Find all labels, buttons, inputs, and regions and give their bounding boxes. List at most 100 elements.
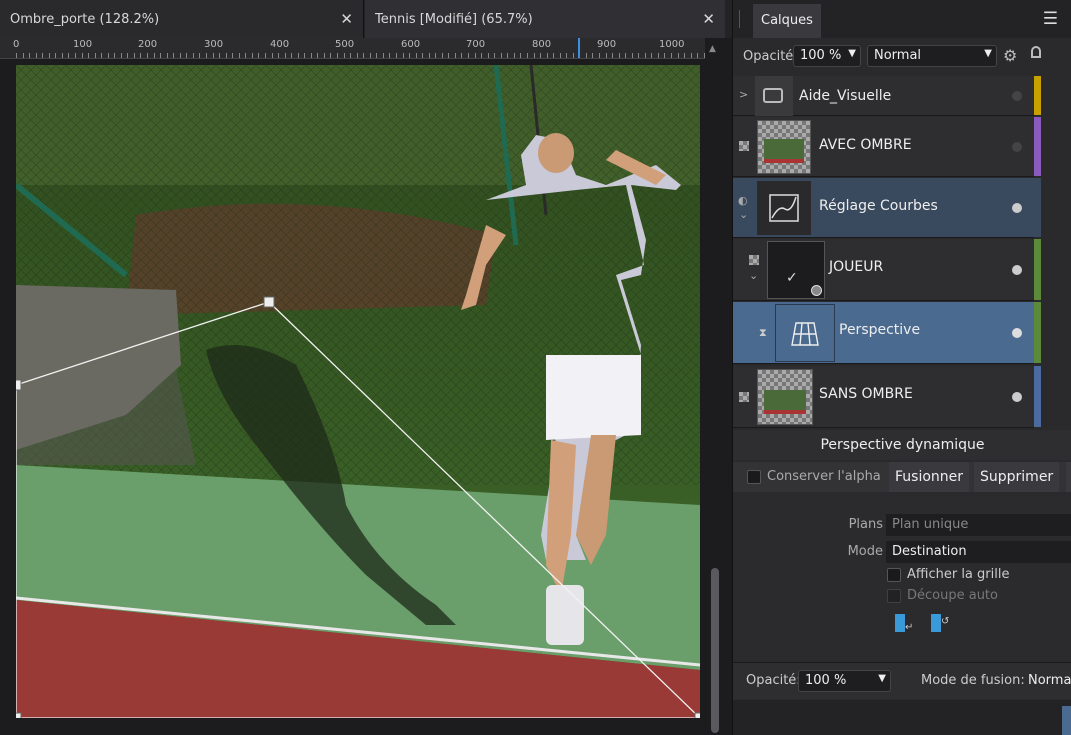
perspective-bottom-row: Opacité: 100 % ▼ Mode de fusion: Normal xyxy=(733,662,1071,699)
ruler-tick xyxy=(120,53,122,58)
ruler-tick xyxy=(605,53,607,58)
layer-color-tag xyxy=(1034,117,1041,176)
layer-visibility-toggle[interactable] xyxy=(1012,328,1022,338)
overflow-button[interactable] xyxy=(1066,462,1071,492)
perspective-settings: Plans Plan unique Mode Destination Affic… xyxy=(733,494,1071,662)
perspective-handle[interactable] xyxy=(16,712,22,718)
auto-crop-label: Découpe auto xyxy=(907,588,998,603)
reset-source-icon[interactable]: ↵ xyxy=(895,614,915,636)
preserve-alpha-label: Conserver l'alpha xyxy=(767,469,881,484)
ruler-tick xyxy=(533,53,535,58)
ruler-tick xyxy=(173,53,175,58)
menu-icon[interactable]: ☰ xyxy=(1043,9,1058,29)
tab-tennis[interactable]: Tennis [Modifié] (65.7%) ✕ xyxy=(365,0,725,38)
preserve-alpha-checkbox[interactable] xyxy=(747,470,761,484)
horizontal-ruler: 0 100 200 300 400 500 600 700 800 900 10… xyxy=(0,38,705,59)
layer-thumbnail xyxy=(755,76,793,116)
reset-destination-icon[interactable]: ↺ xyxy=(931,614,951,636)
layer-visibility-toggle[interactable] xyxy=(1012,265,1022,275)
ruler-tick xyxy=(114,53,116,58)
perspective-handle[interactable] xyxy=(16,379,22,391)
perspective-handle[interactable] xyxy=(694,712,700,718)
ruler-tick xyxy=(166,53,168,58)
ruler-tick xyxy=(343,53,345,58)
auto-crop-checkbox[interactable] xyxy=(887,589,901,603)
ruler-tick xyxy=(599,53,600,58)
layer-color-tag xyxy=(1034,178,1041,237)
ruler-tick xyxy=(389,53,391,58)
ruler-tick xyxy=(402,53,404,58)
tab-ombre-porte[interactable]: Ombre_porte (128.2%) ✕ xyxy=(0,0,364,38)
chevron-down-icon[interactable]: ⌄ xyxy=(739,208,748,221)
ruler-tick xyxy=(546,53,548,58)
ruler-tick xyxy=(592,53,594,58)
vertical-scrollbar[interactable]: ▲ xyxy=(705,38,732,735)
ruler-tick xyxy=(101,53,103,58)
layer-visibility-toggle[interactable] xyxy=(1012,203,1022,213)
ruler-tick xyxy=(428,53,430,58)
planes-select[interactable]: Plan unique xyxy=(886,514,1071,536)
ruler-tick xyxy=(271,53,273,58)
layer-aide-visuelle[interactable]: > Aide_Visuelle xyxy=(733,76,1041,116)
chevron-down-icon: ▼ xyxy=(878,673,886,684)
ruler-tick xyxy=(631,53,633,58)
layer-color-tag xyxy=(1034,366,1041,427)
ruler-tick xyxy=(29,53,31,58)
thumb-image xyxy=(764,390,806,410)
scroll-up-arrow-icon[interactable]: ▲ xyxy=(709,44,716,54)
lock-icon[interactable] xyxy=(1031,46,1041,58)
close-icon[interactable]: ✕ xyxy=(340,10,353,28)
ruler-label: 900 xyxy=(597,39,617,50)
ruler-tick xyxy=(644,53,646,58)
ruler-tick xyxy=(179,53,181,58)
ruler-tick xyxy=(481,53,483,58)
gear-icon[interactable]: ⚙ xyxy=(1003,46,1017,65)
ruler-tick xyxy=(48,53,50,58)
ruler-tick xyxy=(153,53,155,58)
blend-value[interactable]: Normal xyxy=(1028,673,1071,688)
ruler-label: 200 xyxy=(138,39,158,50)
layer-sans-ombre[interactable]: SANS OMBRE xyxy=(733,366,1041,428)
perspective-opacity-select[interactable]: 100 % ▼ xyxy=(798,670,891,692)
layer-visibility-toggle[interactable] xyxy=(1012,142,1022,152)
opacity-select[interactable]: 100 % ▼ xyxy=(793,45,861,67)
merge-button[interactable]: Fusionner xyxy=(889,462,970,492)
ruler-tick xyxy=(337,53,338,58)
opacity-label: Opacité: xyxy=(743,49,798,64)
ruler-tick xyxy=(559,53,561,58)
mode-select[interactable]: Destination xyxy=(886,541,1071,563)
blend-mode-select[interactable]: Normal ▼ xyxy=(867,45,997,67)
tab-calques[interactable]: Calques xyxy=(753,4,821,38)
ruler-label: 400 xyxy=(270,39,290,50)
layer-visibility-toggle[interactable] xyxy=(1012,392,1022,402)
ruler-tick xyxy=(395,53,397,58)
ruler-tick xyxy=(199,53,201,58)
layer-joueur[interactable]: ⌄ ✓ JOUEUR xyxy=(733,239,1041,301)
chevron-down-icon[interactable]: ⌄ xyxy=(749,269,758,282)
ruler-tick xyxy=(435,53,437,58)
opacity-value: 100 % xyxy=(805,673,847,688)
ruler-tick xyxy=(192,53,194,58)
show-grid-checkbox[interactable] xyxy=(887,568,901,582)
layer-reglage-courbes[interactable]: ◐ ⌄ Réglage Courbes xyxy=(733,178,1041,238)
chevron-right-icon[interactable]: > xyxy=(739,88,748,101)
close-icon[interactable]: ✕ xyxy=(702,10,715,28)
perspective-handle[interactable] xyxy=(263,296,275,308)
ruler-tick xyxy=(474,53,476,58)
ruler-tick xyxy=(310,53,312,58)
chevron-down-icon: ▼ xyxy=(984,48,992,59)
layer-visibility-toggle[interactable] xyxy=(1012,91,1022,101)
layer-thumbnail xyxy=(757,120,811,174)
ruler-tick xyxy=(409,53,410,58)
layer-avec-ombre[interactable]: AVEC OMBRE xyxy=(733,117,1041,177)
photo-canvas[interactable] xyxy=(16,65,700,718)
perspective-grid-overlay[interactable] xyxy=(16,65,700,718)
ruler-tick xyxy=(553,53,555,58)
ruler-tick xyxy=(304,53,306,58)
right-panel: Calques ☰ Opacité: 100 % ▼ Normal ▼ ⚙ > … xyxy=(732,0,1071,735)
scrollbar-thumb[interactable] xyxy=(711,568,719,733)
panel-divider xyxy=(739,10,740,28)
layer-name: Perspective xyxy=(839,322,921,338)
delete-button[interactable]: Supprimer xyxy=(974,462,1060,492)
layer-perspective[interactable]: ⧗ Perspective xyxy=(733,302,1041,364)
